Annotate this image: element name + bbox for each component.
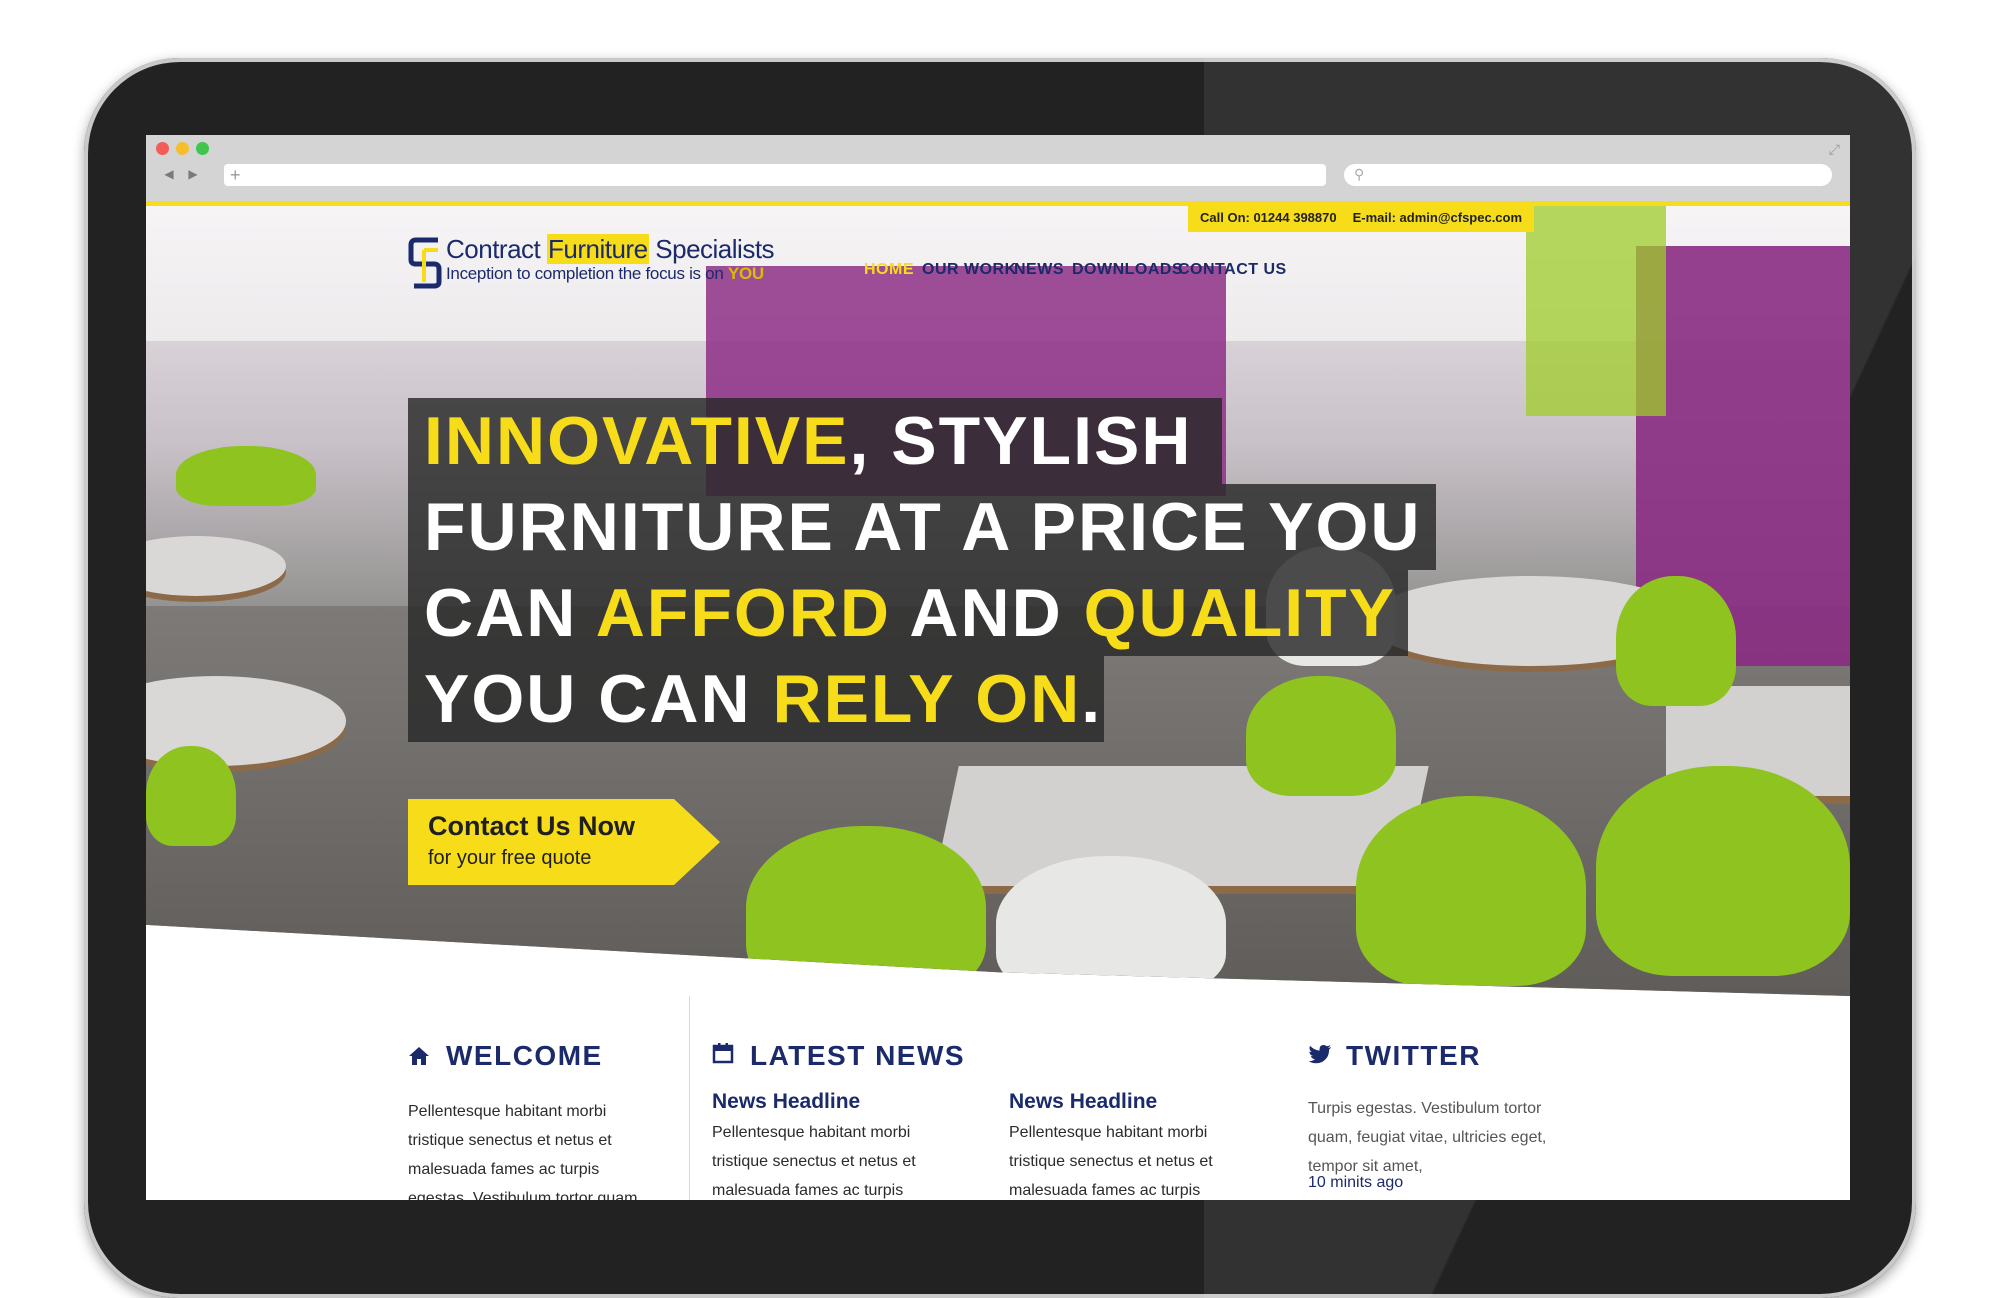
hero-photo-chair <box>1596 766 1850 976</box>
welcome-text: Pellentesque habitant morbi tristique se… <box>408 1103 642 1200</box>
cta-title: Contact Us Now <box>428 811 636 841</box>
latest-news-title: LATEST NEWS <box>750 1040 966 1071</box>
website: Call On: 01244 398870 E-mail: admin@cfspe… <box>146 206 1850 1200</box>
cta-subtitle: for your free quote <box>428 847 592 869</box>
nav-downloads[interactable]: DOWNLOADS <box>1072 261 1183 279</box>
news-headline-link[interactable]: News Headline <box>1009 1090 1157 1114</box>
column-divider <box>689 996 690 1200</box>
nav-our-work[interactable]: OUR WORK <box>922 261 1017 279</box>
browser-chrome: ◀ ▶ + ⚲ ⤢ <box>146 135 1850 206</box>
screen: ◀ ▶ + ⚲ ⤢ Call On: 01244 398870 E-mail: … <box>146 135 1850 1200</box>
tweet-text: Turpis egestas. Vestibulum tortor quam, … <box>1308 1100 1547 1175</box>
maximize-window-icon[interactable] <box>196 142 209 155</box>
nav-contact-us[interactable]: CONTACT US <box>1178 261 1287 279</box>
hero-section: Call On: 01244 398870 E-mail: admin@cfspe… <box>146 206 1850 996</box>
main-navigation: HOME OUR WORK NEWS DOWNLOADS CONTACT US <box>146 261 1850 281</box>
hero-photo-chair <box>1616 576 1736 706</box>
tweet-time-link[interactable]: 10 minits ago <box>1308 1174 1403 1192</box>
twitter-title: TWITTER <box>1346 1040 1481 1071</box>
hero-photo-chair <box>1246 676 1396 796</box>
back-arrow-icon[interactable]: ◀ <box>158 164 180 184</box>
headline-line-3: CAN AFFORD AND QUALITY <box>408 570 1408 656</box>
contact-topbar: Call On: 01244 398870 E-mail: admin@cfspe… <box>1188 206 1535 232</box>
contact-us-now-button[interactable]: Contact Us Now for your free quote <box>408 799 724 885</box>
news-item-text: Pellentesque habitant morbi tristique se… <box>712 1124 916 1199</box>
hero-photo-table <box>146 536 286 596</box>
welcome-title: WELCOME <box>446 1040 603 1071</box>
search-icon: ⚲ <box>1354 166 1365 182</box>
headline-line-4: YOU CAN RELY ON. <box>408 656 1104 742</box>
content-columns: WELCOME Pellentesque habitant morbi tris… <box>146 996 1850 1200</box>
nav-home[interactable]: HOME <box>864 261 914 279</box>
phone-number[interactable]: Call On: 01244 398870 <box>1200 210 1337 225</box>
headline-line-1: INNOVATIVE, STYLISH <box>408 398 1222 484</box>
cta-arrow <box>674 799 720 885</box>
forward-arrow-icon[interactable]: ▶ <box>182 164 204 184</box>
email-address[interactable]: E-mail: admin@cfspec.com <box>1353 210 1522 225</box>
twitter-bird-icon <box>1308 1045 1331 1064</box>
hero-photo-chair <box>146 746 236 846</box>
address-bar[interactable]: + <box>224 164 1326 186</box>
hero-photo-wall <box>1526 206 1666 416</box>
hero-photo-chair <box>746 826 986 996</box>
hero-photo-chair <box>176 446 316 506</box>
minimize-window-icon[interactable] <box>176 142 189 155</box>
calendar-icon <box>712 1043 734 1064</box>
home-icon <box>409 1047 429 1065</box>
fullscreen-icon[interactable]: ⤢ <box>1829 141 1840 158</box>
hero-photo-chair <box>996 856 1226 996</box>
browser-search-field[interactable]: ⚲ <box>1344 164 1832 186</box>
close-window-icon[interactable] <box>156 142 169 155</box>
news-headline-link[interactable]: News Headline <box>712 1090 860 1114</box>
headline-line-2: FURNITURE AT A PRICE YOU <box>408 484 1436 570</box>
nav-news[interactable]: NEWS <box>1014 261 1064 279</box>
hero-photo-chair <box>1356 796 1586 986</box>
news-item-text: Pellentesque habitant morbi tristique se… <box>1009 1124 1213 1199</box>
new-tab-plus-icon[interactable]: + <box>230 164 241 186</box>
